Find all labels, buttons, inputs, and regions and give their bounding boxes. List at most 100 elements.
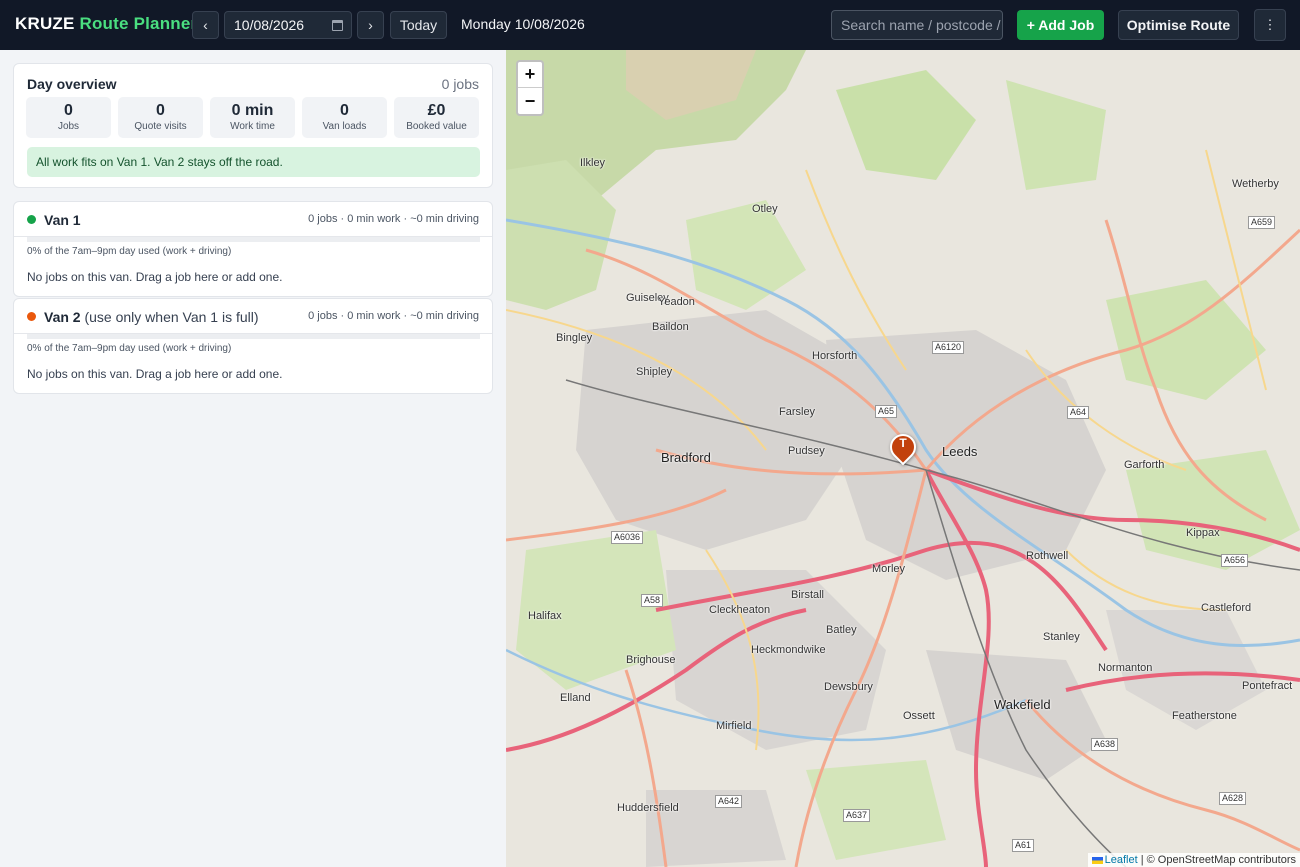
stat-van-loads: 0 Van loads xyxy=(302,97,387,138)
stat-label: Booked value xyxy=(406,121,467,132)
town-label: Ossett xyxy=(903,710,935,722)
town-label: Cleckheaton xyxy=(709,604,771,616)
town-label: Horsforth xyxy=(812,350,858,362)
overview-job-count: 0 jobs xyxy=(441,76,479,92)
calendar-icon[interactable] xyxy=(332,19,343,31)
town-label: Bingley xyxy=(556,332,593,344)
search-input[interactable]: Search name / postcode / ... xyxy=(831,10,1003,40)
add-job-button[interactable]: + Add Job xyxy=(1017,10,1104,40)
town-label: Wakefield xyxy=(994,697,1051,712)
road-label: A638 xyxy=(1091,738,1119,751)
attribution-text: | © OpenStreetMap contributors xyxy=(1140,854,1296,866)
road-label: A58 xyxy=(641,594,664,607)
date-value: 10/08/2026 xyxy=(234,17,305,33)
job-marker-label[interactable]: T xyxy=(890,436,916,450)
stat-value: 0 min xyxy=(231,102,274,119)
overview-title: Day overview xyxy=(27,76,117,92)
stat-label: Jobs xyxy=(57,121,80,132)
town-label: Heckmondwike xyxy=(751,644,826,656)
stat-work-time: 0 min Work time xyxy=(210,97,295,138)
van-name: Van 2 (use only when Van 1 is full) xyxy=(44,309,259,325)
optimise-route-button[interactable]: Optimise Route xyxy=(1118,10,1239,40)
town-label: Batley xyxy=(826,624,857,636)
town-label: Garforth xyxy=(1124,459,1165,471)
town-label: Huddersfield xyxy=(617,802,679,814)
stat-value: 0 xyxy=(340,102,349,119)
road-label: A6120 xyxy=(932,341,965,354)
stat-label: Van loads xyxy=(322,121,367,132)
leaflet-link[interactable]: Leaflet xyxy=(1105,854,1138,866)
town-label: Brighouse xyxy=(626,654,676,666)
brand-subtitle: Route Planner xyxy=(79,14,198,33)
zoom-out-button[interactable]: − xyxy=(518,88,542,114)
town-label: Birstall xyxy=(791,589,825,601)
road-label: A637 xyxy=(843,809,871,822)
stat-label: Work time xyxy=(230,121,275,132)
town-label: Ilkley xyxy=(580,157,606,169)
brand-name: KRUZE xyxy=(15,14,75,33)
road-label: A64 xyxy=(1067,406,1090,419)
town-label: Farsley xyxy=(779,406,816,418)
stat-label: Quote visits xyxy=(134,121,187,132)
more-menu-button[interactable]: ⋮ xyxy=(1254,9,1286,41)
ukraine-flag-icon xyxy=(1091,856,1103,864)
route-map[interactable]: + − Ilkley Otley Wetherby Guiseley Yeado… xyxy=(506,50,1300,867)
road-label: A659 xyxy=(1248,216,1276,229)
van-stats: 0 jobs · 0 min work · ~0 min driving xyxy=(308,310,479,322)
van-name: Van 1 xyxy=(44,212,81,228)
van-usage-bar xyxy=(27,237,480,242)
town-label: Elland xyxy=(560,692,591,704)
town-label: Shipley xyxy=(636,366,673,378)
town-label: Bradford xyxy=(661,450,711,465)
town-label: Featherstone xyxy=(1172,710,1237,722)
van-usage-text: 0% of the 7am–9pm day used (work + drivi… xyxy=(27,343,232,354)
town-label: Pontefract xyxy=(1242,680,1293,692)
van-header[interactable]: Van 2 (use only when Van 1 is full) 0 jo… xyxy=(14,299,492,334)
stat-quote-visits: 0 Quote visits xyxy=(118,97,203,138)
map-attribution: Leaflet | © OpenStreetMap contributors xyxy=(1087,853,1300,867)
road-label: A6036 xyxy=(611,531,644,544)
next-day-button[interactable]: › xyxy=(357,11,384,39)
town-label: Baildon xyxy=(652,321,689,333)
top-bar: KRUZE Route Planner ‹ 10/08/2026 › Today… xyxy=(0,0,1300,50)
van-2-card[interactable]: Van 2 (use only when Van 1 is full) 0 jo… xyxy=(13,298,493,394)
town-label: Rothwell xyxy=(1026,550,1069,562)
road-label: A656 xyxy=(1221,554,1249,567)
van-empty-dropzone[interactable]: No jobs on this van. Drag a job here or … xyxy=(27,270,283,284)
today-button[interactable]: Today xyxy=(390,11,447,39)
town-label: Wetherby xyxy=(1232,178,1279,190)
van-header[interactable]: Van 1 0 jobs · 0 min work · ~0 min drivi… xyxy=(14,202,492,237)
road-label: A628 xyxy=(1219,792,1247,805)
van-subtitle: (use only when Van 1 is full) xyxy=(84,309,259,325)
town-label: Halifax xyxy=(528,610,562,622)
stat-value: 0 xyxy=(156,102,165,119)
van-2-status-dot xyxy=(27,312,36,321)
van-1-card[interactable]: Van 1 0 jobs · 0 min work · ~0 min drivi… xyxy=(13,201,493,297)
stat-value: £0 xyxy=(427,102,446,119)
sidebar: Day overview 0 jobs 0 Jobs 0 Quote visit… xyxy=(0,50,506,867)
town-label: Kippax xyxy=(1186,527,1220,539)
van-1-status-dot xyxy=(27,215,36,224)
road-label: A61 xyxy=(1012,839,1035,852)
stat-value: 0 xyxy=(64,102,73,119)
selected-day-label: Monday 10/08/2026 xyxy=(461,16,585,32)
van-usage-bar xyxy=(27,334,480,339)
town-label: Castleford xyxy=(1201,602,1252,614)
town-label: Stanley xyxy=(1043,631,1080,643)
road-label: A642 xyxy=(715,795,743,808)
date-picker-input[interactable]: 10/08/2026 xyxy=(224,11,352,39)
town-label: Leeds xyxy=(942,444,978,459)
previous-day-button[interactable]: ‹ xyxy=(192,11,219,39)
zoom-in-button[interactable]: + xyxy=(518,62,542,88)
town-label: Otley xyxy=(752,203,778,215)
town-label: Pudsey xyxy=(788,445,825,457)
zoom-control: + − xyxy=(516,60,544,116)
road-label: A65 xyxy=(875,405,898,418)
van-stats: 0 jobs · 0 min work · ~0 min driving xyxy=(308,213,479,225)
overview-note: All work fits on Van 1. Van 2 stays off … xyxy=(27,147,480,177)
town-label: Normanton xyxy=(1098,662,1153,674)
town-label: Morley xyxy=(872,563,906,575)
van-empty-dropzone[interactable]: No jobs on this van. Drag a job here or … xyxy=(27,367,283,381)
app-brand: KRUZE Route Planner xyxy=(15,14,197,34)
stat-booked-value: £0 Booked value xyxy=(394,97,479,138)
